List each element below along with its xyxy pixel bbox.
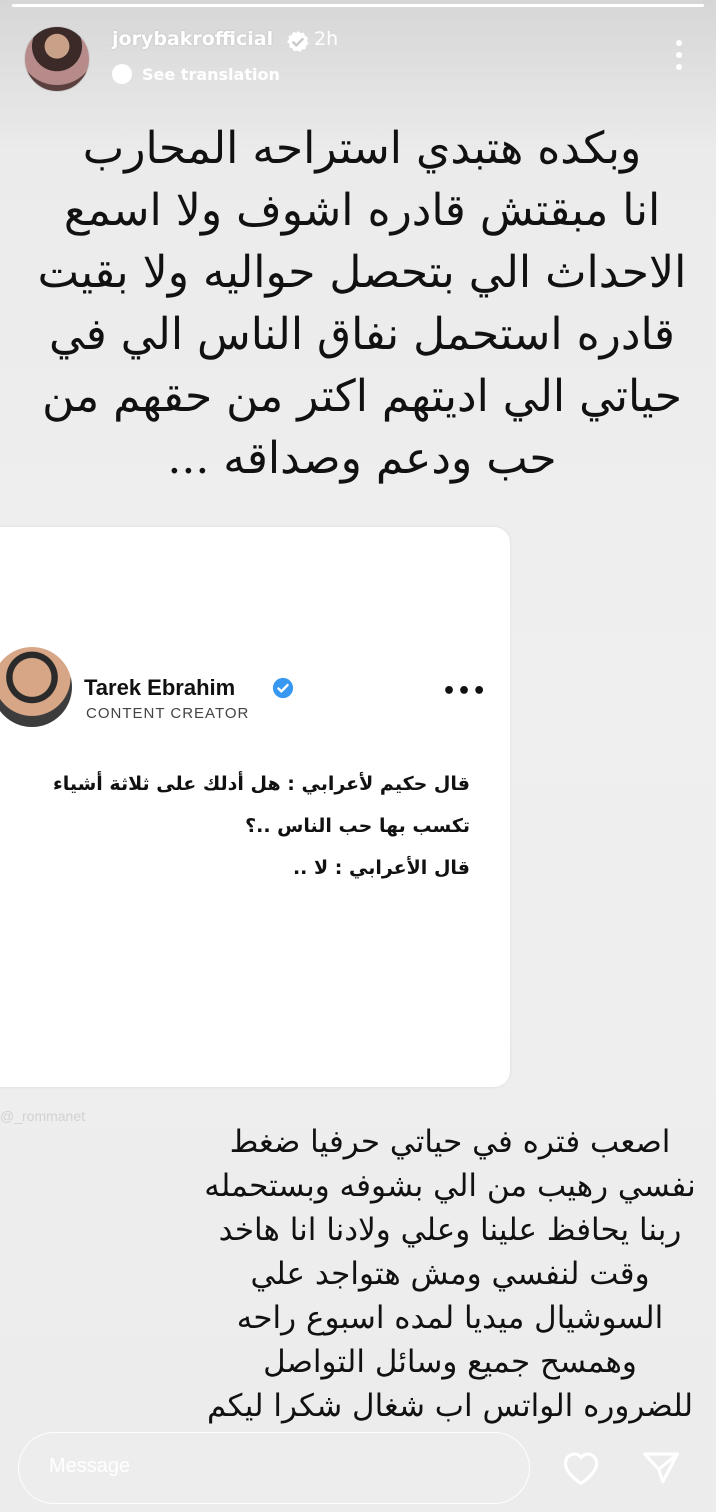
- story-header: jorybakrofficial 2h See translation: [24, 26, 692, 96]
- card-line: قال حكيم لأعرابي : هل أدلك على ثلاثة أشي…: [53, 773, 470, 795]
- verified-badge-icon: [286, 31, 309, 52]
- card-author-role: CONTENT CREATOR: [86, 705, 250, 722]
- story-line: ربنا يحافظ علينا وعلي ولادنا انا هاخد: [218, 1212, 682, 1248]
- send-icon[interactable]: [640, 1448, 682, 1486]
- card-more-icon: •••: [442, 679, 488, 704]
- card-author-name: Tarek Ebrahim: [84, 675, 236, 700]
- story-line: قادره استحمل نفاق الناس الي في: [49, 309, 675, 360]
- card-line: تكسب بها حب الناس ..؟: [245, 815, 470, 837]
- card-line: قال الأعرابي : لا ..: [292, 857, 470, 879]
- story-line: حياتي الي اديتهم اكتر من حقهم من: [42, 371, 682, 422]
- more-options-icon[interactable]: [674, 40, 684, 76]
- story-line: وقت لنفسي ومش هتواجد علي: [250, 1256, 650, 1292]
- story-line: نفسي رهيب من الي بشوفه وبستحمله: [204, 1168, 696, 1204]
- story-progress-fill: [12, 4, 704, 7]
- see-translation-label: See translation: [142, 64, 280, 84]
- profile-avatar[interactable]: [24, 26, 90, 92]
- translate-icon: [112, 64, 132, 84]
- heart-icon[interactable]: [560, 1448, 602, 1486]
- card-verified-icon: [272, 677, 294, 699]
- story-main-text: وبكده هتبدي استراحه المحارب انا مبقتش قا…: [22, 118, 702, 490]
- story-line: انا مبقتش قادره اشوف ولا اسمع: [63, 185, 661, 236]
- story-line: اصعب فتره في حياتي حرفيا ضغط: [229, 1124, 671, 1160]
- profile-username[interactable]: jorybakrofficial: [112, 28, 273, 50]
- story-line: الاحداث الي بتحصل حواليه ولا بقيت: [37, 247, 687, 298]
- shared-post-card: Tarek Ebrahim CONTENT CREATOR ••• قال حك…: [0, 527, 510, 1087]
- story-line: وهمسح جميع وسائل التواصل: [263, 1344, 637, 1380]
- story-line: وبكده هتبدي استراحه المحارب: [82, 123, 642, 174]
- story-lower-text: اصعب فتره في حياتي حرفيا ضغط نفسي رهيب م…: [190, 1120, 710, 1428]
- message-input[interactable]: Message: [18, 1432, 530, 1504]
- post-time: 2h: [314, 28, 339, 50]
- card-body-text: قال حكيم لأعرابي : هل أدلك على ثلاثة أشي…: [0, 763, 470, 889]
- see-translation-button[interactable]: See translation: [112, 64, 280, 84]
- story-line: السوشيال ميديا لمده اسبوع راحه: [236, 1300, 664, 1336]
- story-line: حب ودعم وصداقه ...: [167, 433, 557, 484]
- watermark: @_rommanet: [0, 1108, 86, 1124]
- story-progress-bar: [12, 4, 704, 7]
- card-avatar: [0, 647, 72, 727]
- story-footer: Message: [0, 1412, 716, 1512]
- message-placeholder: Message: [49, 1455, 131, 1477]
